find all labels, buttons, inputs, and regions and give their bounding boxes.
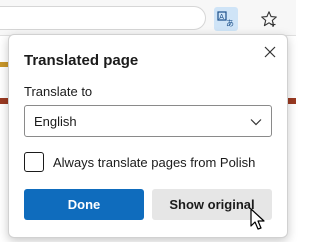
chevron-down-icon bbox=[249, 115, 263, 129]
favorite-button[interactable] bbox=[257, 7, 281, 31]
mouse-cursor-icon bbox=[250, 208, 265, 230]
popup-title: Translated page bbox=[24, 52, 139, 69]
always-translate-checkbox[interactable] bbox=[24, 152, 44, 172]
svg-text:A: A bbox=[219, 14, 224, 21]
language-select-value: English bbox=[34, 114, 77, 129]
browser-toolbar: A あ bbox=[0, 0, 296, 36]
translate-to-label: Translate to bbox=[24, 84, 93, 99]
svg-text:あ: あ bbox=[226, 19, 234, 28]
done-button[interactable]: Done bbox=[24, 189, 144, 220]
language-select[interactable]: English bbox=[24, 105, 272, 137]
close-button[interactable] bbox=[261, 43, 279, 61]
page-peek bbox=[0, 98, 8, 104]
always-translate-label: Always translate pages from Polish bbox=[53, 155, 256, 170]
close-icon bbox=[264, 46, 276, 58]
translate-icon: A あ bbox=[217, 11, 234, 28]
translate-button[interactable]: A あ bbox=[214, 7, 238, 31]
always-translate-row[interactable]: Always translate pages from Polish bbox=[24, 152, 274, 172]
address-bar[interactable] bbox=[0, 6, 206, 30]
page-peek bbox=[0, 62, 8, 67]
translate-popup: Translated page Translate to English Alw… bbox=[8, 34, 288, 238]
page-peek bbox=[288, 98, 296, 104]
star-icon bbox=[261, 11, 277, 27]
